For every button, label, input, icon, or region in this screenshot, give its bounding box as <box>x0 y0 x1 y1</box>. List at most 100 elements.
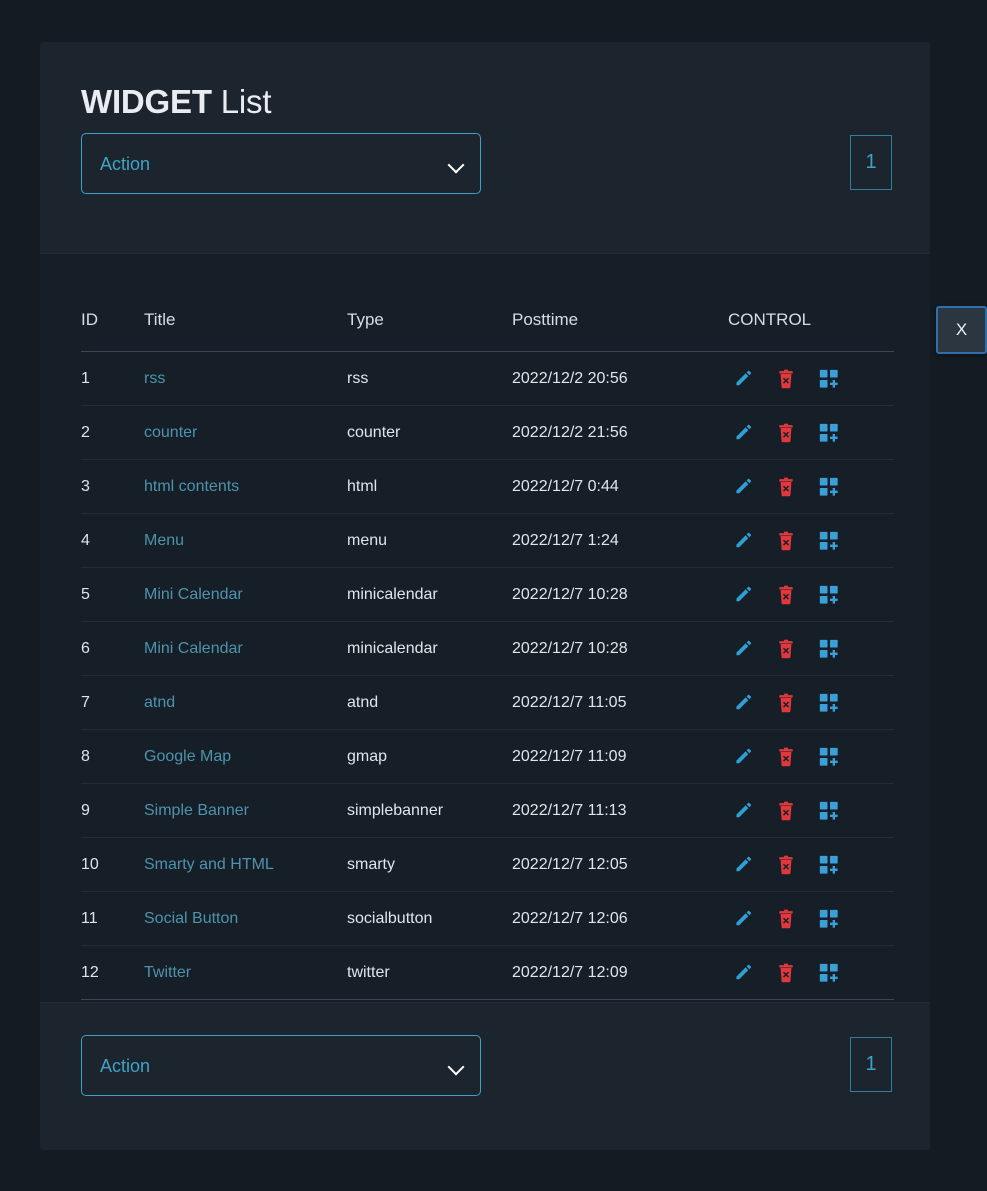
widget-list-card: WIDGET List Action 1 ID Title Type Postt… <box>40 42 930 1150</box>
delete-trash-icon[interactable] <box>775 476 797 498</box>
edit-pencil-icon[interactable] <box>732 962 754 984</box>
row-control-group <box>728 584 894 606</box>
column-header-control: CONTROL <box>728 310 894 352</box>
add-widget-grid-icon[interactable] <box>818 800 840 822</box>
cell-posttime: 2022/12/7 10:28 <box>512 622 728 676</box>
table-row: 11Social Buttonsocialbutton2022/12/7 12:… <box>81 892 894 946</box>
widget-table-body: 1rssrss2022/12/2 20:562countercounter202… <box>81 352 894 1000</box>
delete-trash-icon[interactable] <box>775 368 797 390</box>
row-control-group <box>728 368 894 390</box>
delete-trash-icon[interactable] <box>775 692 797 714</box>
column-header-title[interactable]: Title <box>144 310 347 352</box>
add-widget-grid-icon[interactable] <box>818 962 840 984</box>
table-row: 4Menumenu2022/12/7 1:24 <box>81 514 894 568</box>
cell-posttime: 2022/12/7 11:05 <box>512 676 728 730</box>
edit-pencil-icon[interactable] <box>732 368 754 390</box>
cell-posttime: 2022/12/7 0:44 <box>512 460 728 514</box>
table-row: 2countercounter2022/12/2 21:56 <box>81 406 894 460</box>
edit-pencil-icon[interactable] <box>732 800 754 822</box>
edit-pencil-icon[interactable] <box>732 476 754 498</box>
cell-posttime: 2022/12/7 1:24 <box>512 514 728 568</box>
delete-trash-icon[interactable] <box>775 584 797 606</box>
add-widget-grid-icon[interactable] <box>818 530 840 552</box>
cell-type: html <box>347 460 512 514</box>
widget-title-link[interactable]: Social Button <box>144 910 238 927</box>
pagination-page-1-top[interactable]: 1 <box>850 135 892 190</box>
pagination-page-1-top-label: 1 <box>865 151 876 174</box>
cell-id: 7 <box>81 676 144 730</box>
table-row: 3html contentshtml2022/12/7 0:44 <box>81 460 894 514</box>
add-widget-grid-icon[interactable] <box>818 908 840 930</box>
table-row: 5Mini Calendarminicalendar2022/12/7 10:2… <box>81 568 894 622</box>
row-control-group <box>728 746 894 768</box>
row-control-group <box>728 800 894 822</box>
delete-trash-icon[interactable] <box>775 800 797 822</box>
page-title-light: List <box>212 83 272 120</box>
widget-title-link[interactable]: Mini Calendar <box>144 586 243 603</box>
cell-posttime: 2022/12/2 20:56 <box>512 352 728 406</box>
cell-posttime: 2022/12/7 12:09 <box>512 946 728 1000</box>
pagination-page-1-bottom-label: 1 <box>865 1053 876 1076</box>
action-select-top[interactable]: Action <box>81 133 481 194</box>
widget-title-link[interactable]: rss <box>144 370 165 387</box>
widget-title-link[interactable]: counter <box>144 424 197 441</box>
cell-posttime: 2022/12/7 11:09 <box>512 730 728 784</box>
column-header-type[interactable]: Type <box>347 310 512 352</box>
widget-title-link[interactable]: Mini Calendar <box>144 640 243 657</box>
edit-pencil-icon[interactable] <box>732 422 754 444</box>
edit-pencil-icon[interactable] <box>732 530 754 552</box>
widget-title-link[interactable]: Smarty and HTML <box>144 856 274 873</box>
cell-id: 9 <box>81 784 144 838</box>
edit-pencil-icon[interactable] <box>732 908 754 930</box>
edit-pencil-icon[interactable] <box>732 584 754 606</box>
delete-trash-icon[interactable] <box>775 854 797 876</box>
delete-trash-icon[interactable] <box>775 746 797 768</box>
column-header-id[interactable]: ID <box>81 310 144 352</box>
close-overlay-button[interactable]: X <box>936 306 987 354</box>
column-header-posttime[interactable]: Posttime <box>512 310 728 352</box>
add-widget-grid-icon[interactable] <box>818 692 840 714</box>
chevron-down-icon <box>448 159 464 169</box>
edit-pencil-icon[interactable] <box>732 854 754 876</box>
table-row: 6Mini Calendarminicalendar2022/12/7 10:2… <box>81 622 894 676</box>
action-select-bottom[interactable]: Action <box>81 1035 481 1096</box>
delete-trash-icon[interactable] <box>775 422 797 444</box>
pagination-page-1-bottom[interactable]: 1 <box>850 1037 892 1092</box>
add-widget-grid-icon[interactable] <box>818 584 840 606</box>
widget-title-link[interactable]: atnd <box>144 694 175 711</box>
widget-title-link[interactable]: Twitter <box>144 964 191 981</box>
delete-trash-icon[interactable] <box>775 530 797 552</box>
row-control-group <box>728 530 894 552</box>
edit-pencil-icon[interactable] <box>732 638 754 660</box>
delete-trash-icon[interactable] <box>775 962 797 984</box>
delete-trash-icon[interactable] <box>775 908 797 930</box>
edit-pencil-icon[interactable] <box>732 746 754 768</box>
cell-id: 4 <box>81 514 144 568</box>
table-row: 7atndatnd2022/12/7 11:05 <box>81 676 894 730</box>
delete-trash-icon[interactable] <box>775 638 797 660</box>
cell-type: simplebanner <box>347 784 512 838</box>
close-overlay-button-label: X <box>956 320 967 340</box>
table-row: 1rssrss2022/12/2 20:56 <box>81 352 894 406</box>
add-widget-grid-icon[interactable] <box>818 476 840 498</box>
cell-id: 1 <box>81 352 144 406</box>
widget-table: ID Title Type Posttime CONTROL 1rssrss20… <box>81 310 894 1000</box>
edit-pencil-icon[interactable] <box>732 692 754 714</box>
add-widget-grid-icon[interactable] <box>818 422 840 444</box>
widget-title-link[interactable]: html contents <box>144 478 239 495</box>
cell-type: minicalendar <box>347 622 512 676</box>
add-widget-grid-icon[interactable] <box>818 854 840 876</box>
action-select-bottom-value: Action <box>100 1057 448 1075</box>
cell-id: 10 <box>81 838 144 892</box>
add-widget-grid-icon[interactable] <box>818 638 840 660</box>
cell-posttime: 2022/12/2 21:56 <box>512 406 728 460</box>
widget-title-link[interactable]: Simple Banner <box>144 802 249 819</box>
widget-title-link[interactable]: Menu <box>144 532 184 549</box>
add-widget-grid-icon[interactable] <box>818 746 840 768</box>
cell-type: smarty <box>347 838 512 892</box>
table-header-row: ID Title Type Posttime CONTROL <box>81 310 894 352</box>
widget-title-link[interactable]: Google Map <box>144 748 231 765</box>
add-widget-grid-icon[interactable] <box>818 368 840 390</box>
cell-posttime: 2022/12/7 11:13 <box>512 784 728 838</box>
cell-type: atnd <box>347 676 512 730</box>
